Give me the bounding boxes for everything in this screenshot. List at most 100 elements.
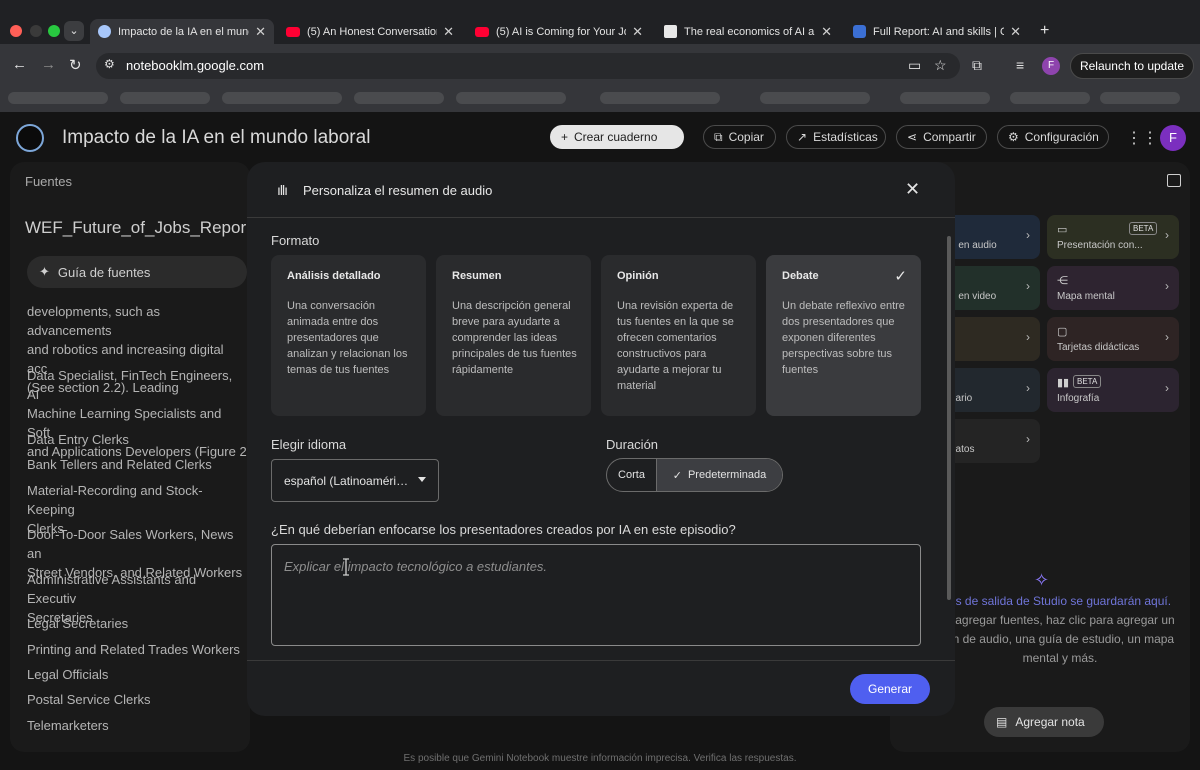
oecd-icon [853, 25, 866, 38]
format-option-deep-dive[interactable]: Análisis detallado Una conversación anim… [271, 255, 426, 416]
chevron-right-icon: › [1026, 381, 1030, 395]
browser-tab-2[interactable]: (5) An Honest Conversation o ✕ [278, 19, 462, 44]
bookmark-item[interactable] [120, 92, 210, 104]
duration-option-default[interactable]: ✓ Predeterminada [656, 459, 782, 491]
close-icon[interactable]: ✕ [1010, 24, 1021, 40]
close-icon[interactable]: ✕ [443, 24, 454, 40]
window-close-button[interactable] [10, 25, 22, 37]
studio-empty-note: os de salida de Studio se guardarán aquí… [948, 594, 1172, 608]
studio-card-datatable[interactable]: datos › [940, 419, 1040, 463]
close-icon[interactable]: ✕ [905, 179, 920, 200]
browser-tab-3[interactable]: (5) AI is Coming for Your Job ✕ [467, 19, 651, 44]
bookmark-item[interactable] [600, 92, 720, 104]
language-select[interactable]: español (Latinoaméri… [271, 459, 439, 502]
bookmark-item[interactable] [760, 92, 870, 104]
source-text-line: Legal Secretaries [27, 616, 129, 631]
close-icon[interactable]: ✕ [632, 24, 643, 40]
dialog-footer-divider [247, 660, 955, 661]
share-label: Compartir [923, 130, 976, 144]
browser-tab-5[interactable]: Full Report: AI and skills | OE ✕ [845, 19, 1029, 44]
source-text-line: Postal Service Clerks [27, 692, 151, 707]
settings-button[interactable]: ⚙ Configuración [997, 125, 1109, 149]
stats-button[interactable]: ↗ Estadísticas [786, 125, 886, 149]
copy-button[interactable]: ⧉ Copiar [703, 125, 776, 149]
gear-icon: ⚙ [1008, 130, 1019, 144]
source-guide-label: Guía de fuentes [57, 264, 151, 280]
browser-tab-4[interactable]: The real economics of AI and ✕ [656, 19, 840, 44]
new-tab-icon[interactable]: + [1040, 22, 1049, 40]
format-description: Una revisión experta de tus fuentes en l… [617, 300, 734, 392]
beta-badge: BETA [1129, 222, 1158, 235]
bookmark-item[interactable] [1010, 92, 1090, 104]
source-text-line: Telemarketers [27, 718, 109, 733]
studio-card-presentation[interactable]: ▭ BETA Presentación con... › [1047, 215, 1179, 259]
plus-icon: + [561, 130, 569, 144]
generate-button[interactable]: Generar [850, 674, 930, 704]
browser-profile-avatar[interactable]: F [1042, 57, 1060, 75]
language-label: Elegir idioma [271, 437, 347, 452]
panel-toggle-icon[interactable] [1167, 174, 1181, 187]
address-url[interactable]: notebooklm.google.com [126, 58, 264, 73]
format-label: Formato [271, 233, 320, 248]
duration-label: Duración [606, 437, 659, 452]
studio-card-label: n en audio [950, 240, 997, 251]
studio-card-flashcards[interactable]: ▢ Tarjetas didácticas › [1047, 317, 1179, 361]
close-icon[interactable]: ✕ [821, 24, 832, 40]
focus-prompt-placeholder[interactable]: Explicar el impacto tecnológico a estudi… [284, 559, 547, 574]
apps-grid-icon[interactable]: ⋮⋮ [1126, 128, 1158, 148]
media-controls-icon[interactable]: ≡ [1016, 57, 1024, 73]
format-description: Una conversación animada entre dos prese… [287, 300, 408, 376]
tab-search-button[interactable]: ⌄ [64, 21, 84, 41]
window-maximize-button[interactable] [48, 25, 60, 37]
format-option-summary[interactable]: Resumen Una descripción general breve pa… [436, 255, 591, 416]
bookmark-star-icon[interactable]: ☆ [934, 57, 947, 74]
studio-card-mindmap[interactable]: ⋲ Mapa mental › [1047, 266, 1179, 310]
bookmark-item[interactable] [900, 92, 990, 104]
window-minimize-button[interactable] [30, 25, 42, 37]
studio-card-report[interactable]: s › [940, 317, 1040, 361]
share-icon: ⋖ [907, 130, 918, 144]
source-text-line: Printing and Related Trades Workers [27, 642, 240, 657]
relaunch-button[interactable]: Relaunch to update [1070, 53, 1194, 79]
close-icon[interactable]: ✕ [255, 24, 266, 40]
audio-waveform-icon: ıllı [277, 182, 288, 198]
add-note-button[interactable]: ▤ Agregar nota [984, 707, 1104, 737]
notebook-title[interactable]: Impacto de la IA en el mundo laboral [62, 127, 370, 149]
reload-icon[interactable]: ↻ [69, 56, 82, 74]
site-info-icon[interactable]: ⚙ [104, 57, 115, 71]
studio-card-infographic[interactable]: ▮▮ BETA Infografía › [1047, 368, 1179, 412]
install-app-icon[interactable]: ▭ [908, 57, 921, 74]
dialog-scrollbar[interactable] [947, 236, 951, 600]
flashcards-icon: ▢ [1057, 326, 1068, 338]
duration-segmented-control[interactable]: Corta ✓ Predeterminada [606, 458, 783, 492]
bookmark-item[interactable] [354, 92, 444, 104]
studio-card-label: Infografía [1057, 393, 1100, 404]
format-option-critique[interactable]: Opinión Una revisión experta de tus fuen… [601, 255, 756, 416]
studio-card-audio[interactable]: n en audio › [940, 215, 1040, 259]
format-option-debate[interactable]: Debate ✓ Un debate reflexivo entre dos p… [766, 255, 921, 416]
back-icon[interactable]: ← [12, 56, 27, 73]
notebooklm-logo[interactable] [16, 124, 44, 152]
bookmark-item[interactable] [222, 92, 342, 104]
avatar[interactable]: F [1160, 125, 1186, 151]
share-button[interactable]: ⋖ Compartir [896, 125, 987, 149]
create-notebook-button[interactable]: + Crear cuaderno [550, 125, 684, 149]
dialog-title: Personaliza el resumen de audio [303, 183, 493, 198]
studio-card-label: Tarjetas didácticas [1057, 342, 1140, 353]
bookmark-item[interactable] [1100, 92, 1180, 104]
add-note-label: Agregar nota [1015, 715, 1085, 729]
tab-title: Full Report: AI and skills | OE [873, 25, 1005, 38]
settings-label: Configuración [1024, 130, 1099, 144]
bookmark-item[interactable] [8, 92, 108, 104]
slides-icon: ▭ [1057, 224, 1068, 236]
duration-option-short[interactable]: Corta [607, 459, 656, 491]
studio-card-quiz[interactable]: uario › [940, 368, 1040, 412]
browser-tab-1[interactable]: Impacto de la IA en el mundo ✕ [90, 19, 274, 44]
document-icon [664, 25, 677, 38]
forward-icon[interactable]: → [41, 56, 56, 73]
source-guide-button[interactable]: ✦ Guía de fuentes [27, 256, 247, 288]
text-cursor-icon [343, 558, 349, 576]
extensions-icon[interactable]: ⧉ [972, 57, 982, 74]
studio-card-video[interactable]: n en video › [940, 266, 1040, 310]
bookmark-item[interactable] [456, 92, 566, 104]
